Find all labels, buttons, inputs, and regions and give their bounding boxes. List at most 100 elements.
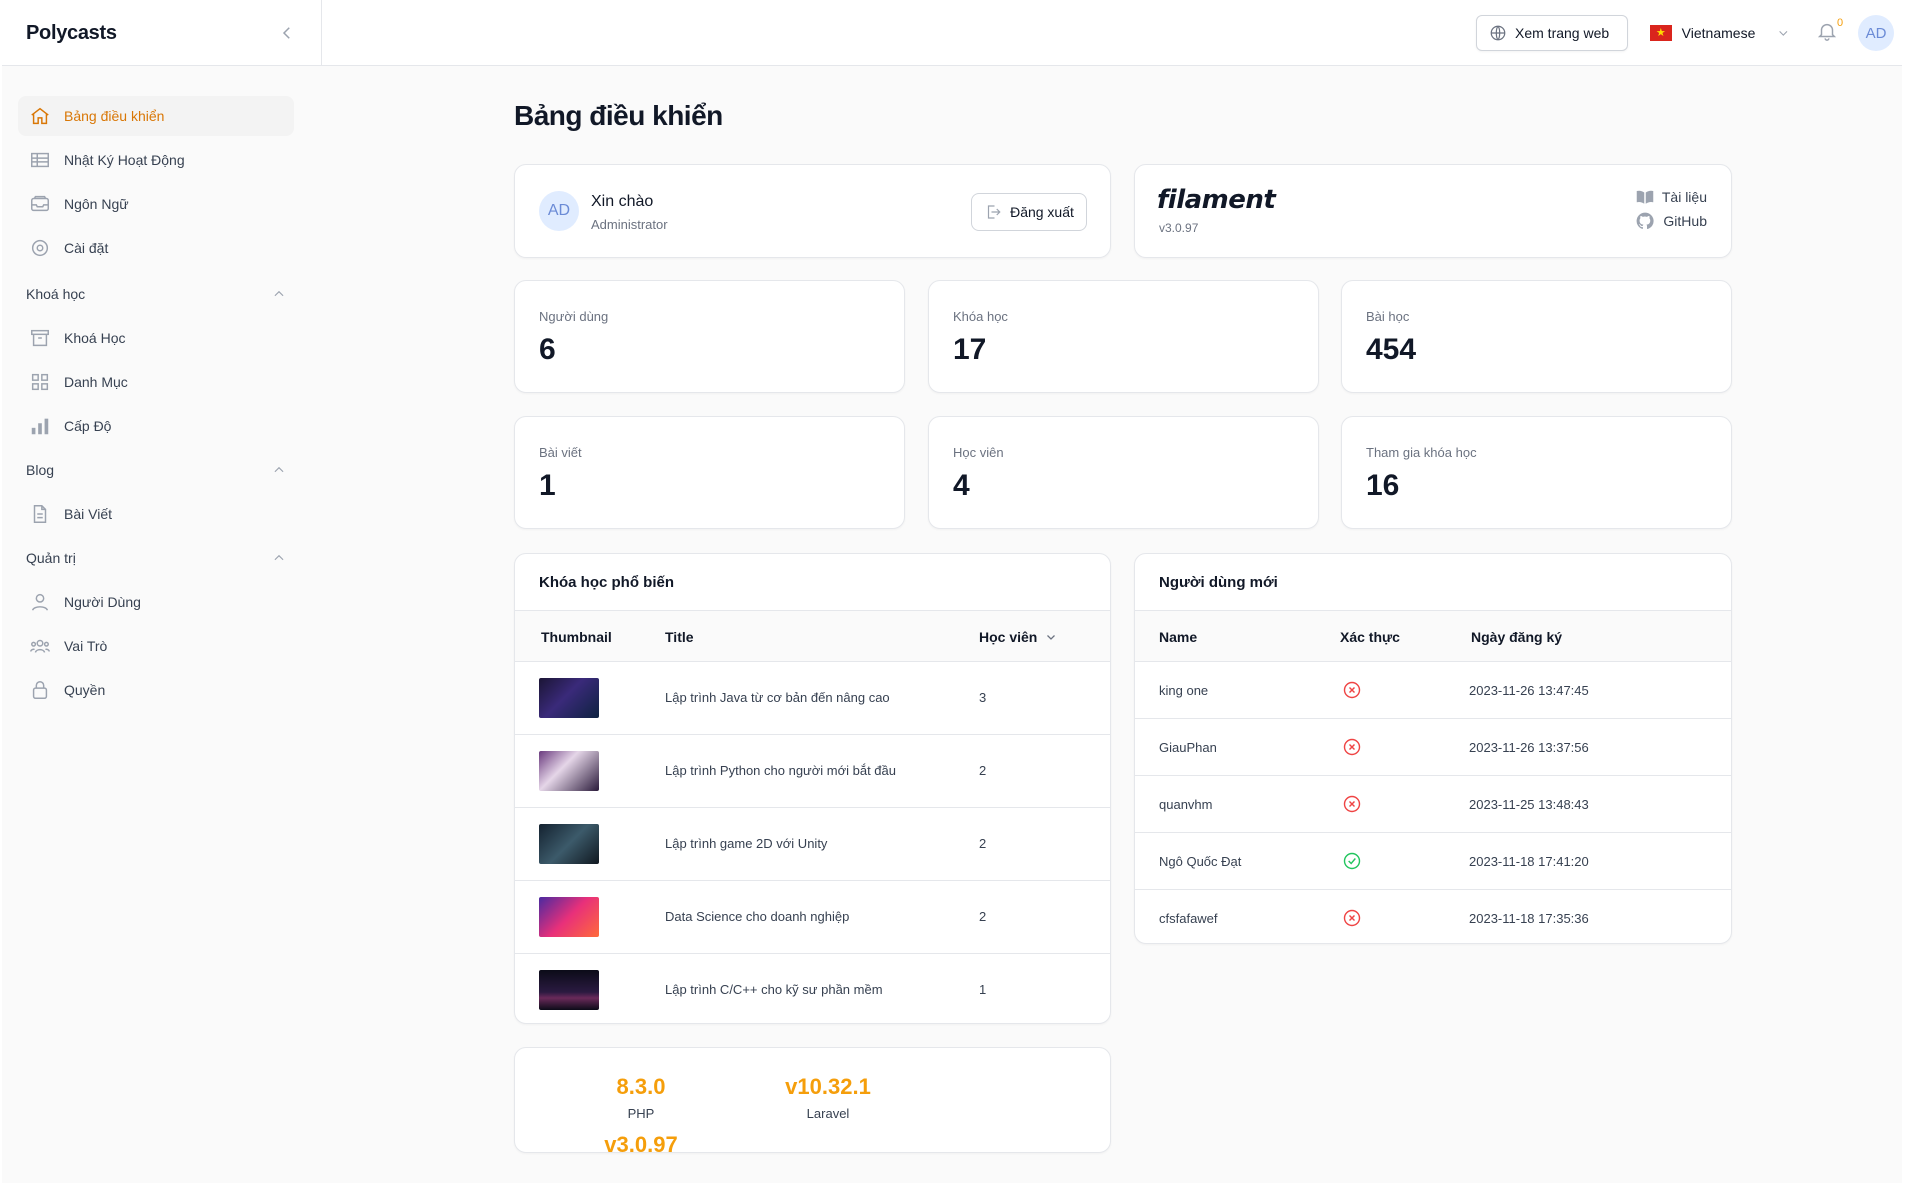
group-blog-toggle[interactable]: Blog: [26, 458, 286, 482]
table-row[interactable]: quanvhm 2023-11-25 13:48:43: [1135, 776, 1731, 833]
table-header: Thumbnail Title Học viên: [515, 610, 1110, 662]
stat-card-students: Học viên 4: [928, 416, 1319, 529]
sidebar-item-label: Ngôn Ngữ: [64, 196, 129, 212]
sidebar-item-posts[interactable]: Bài Viết: [18, 494, 294, 534]
x-circle-icon: [1342, 908, 1362, 931]
sidebar-item-label: Danh Mục: [64, 374, 128, 390]
sidebar-item-label: Khoá Học: [64, 330, 126, 346]
account-role: Administrator: [591, 217, 668, 232]
globe-icon: [1490, 25, 1506, 41]
table-row[interactable]: Lập trình Python cho người mới bắt đầu 2: [515, 735, 1110, 808]
sidebar-item-language[interactable]: Ngôn Ngữ: [18, 184, 294, 224]
sidebar-item-label: Quyền: [64, 682, 106, 698]
group-label: Blog: [26, 462, 55, 478]
versions-widget: 8.3.0 PHP v10.32.1 Laravel v3.0.97: [514, 1047, 1111, 1153]
table-row[interactable]: Lập trình game 2D với Unity 2: [515, 808, 1110, 881]
x-circle-icon: [1342, 794, 1362, 817]
registered-date: 2023-11-25 13:48:43: [1469, 797, 1589, 812]
table-icon: [28, 148, 52, 172]
sidebar-item-settings[interactable]: Cài đặt: [18, 228, 294, 268]
app-root: Polycasts Xem trang web ★ Vietnamese 0 A…: [0, 0, 1924, 1183]
stat-value: 16: [1366, 469, 1400, 502]
stat-label: Người dùng: [539, 309, 609, 324]
table-title: Khóa học phổ biến: [539, 574, 674, 591]
new-users-widget: Người dùng mới Name Xác thực Ngày đăng k…: [1134, 553, 1732, 944]
page-title: Bảng điều khiển: [514, 100, 723, 131]
table-row[interactable]: GiauPhan 2023-11-26 13:37:56: [1135, 719, 1731, 776]
user-name: GiauPhan: [1159, 740, 1217, 755]
registered-date: 2023-11-26 13:37:56: [1469, 740, 1589, 755]
course-students: 2: [979, 836, 987, 851]
sidebar-item-label: Người Dùng: [64, 594, 141, 610]
registered-date: 2023-11-26 13:47:45: [1469, 683, 1589, 698]
sort-chevron-down-icon: [1047, 635, 1056, 640]
table-row[interactable]: king one 2023-11-26 13:47:45: [1135, 662, 1731, 719]
table-row[interactable]: cfsfafawef 2023-11-18 17:35:36: [1135, 890, 1731, 943]
docs-link[interactable]: Tài liệu: [1636, 189, 1707, 205]
sidebar-item-label: Cài đặt: [64, 240, 109, 256]
sidebar-item-categories[interactable]: Danh Mục: [18, 362, 294, 402]
course-title: Lập trình Java từ cơ bản đến nâng cao: [665, 690, 890, 705]
sidebar-item-label: Nhật Ký Hoạt Động: [64, 152, 185, 168]
github-icon: [1637, 212, 1655, 230]
github-link[interactable]: GitHub: [1635, 211, 1707, 231]
filament-logo[interactable]: filament: [1157, 185, 1276, 215]
x-circle-icon: [1342, 680, 1362, 703]
sidebar-item-label: Vai Trò: [64, 638, 108, 654]
column-header-thumbnail: Thumbnail: [541, 629, 612, 645]
sidebar-item-permissions[interactable]: Quyền: [18, 670, 294, 710]
sidebar: Bảng điều khiển Nhật Ký Hoạt Động Ngôn N…: [2, 66, 322, 1183]
column-header-students[interactable]: Học viên: [979, 629, 1057, 645]
popular-courses-widget: Khóa học phổ biến Thumbnail Title Học vi…: [514, 553, 1111, 1024]
table-title: Người dùng mới: [1159, 574, 1278, 591]
course-title: Lập trình C/C++ cho kỹ sư phần mềm: [665, 982, 883, 997]
course-students: 2: [979, 763, 987, 778]
course-thumbnail: [539, 897, 599, 937]
chevron-down-icon: [1779, 31, 1788, 36]
table-row[interactable]: Lập trình Java từ cơ bản đến nâng cao 3: [515, 662, 1110, 735]
view-site-label: Xem trang web: [1515, 25, 1610, 41]
version-label: Laravel: [806, 1106, 850, 1121]
course-title: Data Science cho doanh nghiệp: [665, 909, 850, 924]
sidebar-item-levels[interactable]: Cấp Độ: [18, 406, 294, 446]
sidebar-item-label: Cấp Độ: [64, 418, 112, 434]
user-name: quanvhm: [1159, 797, 1213, 812]
stat-label: Học viên: [953, 445, 1004, 460]
document-icon: [28, 502, 52, 526]
group-admin-toggle[interactable]: Quản trị: [26, 546, 286, 570]
stat-value: 17: [953, 333, 987, 366]
x-circle-icon: [1342, 737, 1362, 760]
stat-card-posts: Bài viết 1: [514, 416, 905, 529]
view-site-button[interactable]: Xem trang web: [1476, 15, 1628, 51]
group-label: Quản trị: [26, 550, 76, 566]
sidebar-item-users[interactable]: Người Dùng: [18, 582, 294, 622]
table-row[interactable]: Ngô Quốc Đạt 2023-11-18 17:41:20: [1135, 833, 1731, 890]
course-title: Lập trình game 2D với Unity: [665, 836, 828, 851]
sidebar-item-courses[interactable]: Khoá Học: [18, 318, 294, 358]
lock-icon: [28, 678, 52, 702]
version-number: v10.32.1: [785, 1074, 871, 1099]
logout-button[interactable]: Đăng xuất: [971, 193, 1087, 231]
book-icon: [1636, 190, 1654, 204]
course-title: Lập trình Python cho người mới bắt đầu: [665, 763, 896, 778]
language-switcher[interactable]: ★ Vietnamese: [1650, 18, 1790, 48]
course-thumbnail: [539, 970, 599, 1010]
course-thumbnail: [539, 824, 599, 864]
course-students: 1: [979, 982, 987, 997]
sidebar-item-dashboard[interactable]: Bảng điều khiển: [18, 96, 294, 136]
registered-date: 2023-11-18 17:41:20: [1469, 854, 1589, 869]
course-students: 2: [979, 909, 987, 924]
table-row[interactable]: Data Science cho doanh nghiệp 2: [515, 881, 1110, 954]
brand-logo[interactable]: Polycasts: [26, 22, 117, 45]
users-group-icon: [28, 634, 52, 658]
archive-icon: [28, 326, 52, 350]
check-circle-icon: [1342, 851, 1362, 874]
sidebar-item-roles[interactable]: Vai Trò: [18, 626, 294, 666]
collapse-sidebar-button[interactable]: [272, 18, 302, 48]
user-avatar[interactable]: AD: [1858, 15, 1894, 51]
table-row[interactable]: Lập trình C/C++ cho kỹ sư phần mềm 1: [515, 954, 1110, 1023]
user-icon: [28, 590, 52, 614]
group-courses-toggle[interactable]: Khoá học: [26, 282, 286, 306]
course-thumbnail: [539, 751, 599, 791]
sidebar-item-activity-log[interactable]: Nhật Ký Hoạt Động: [18, 140, 294, 180]
